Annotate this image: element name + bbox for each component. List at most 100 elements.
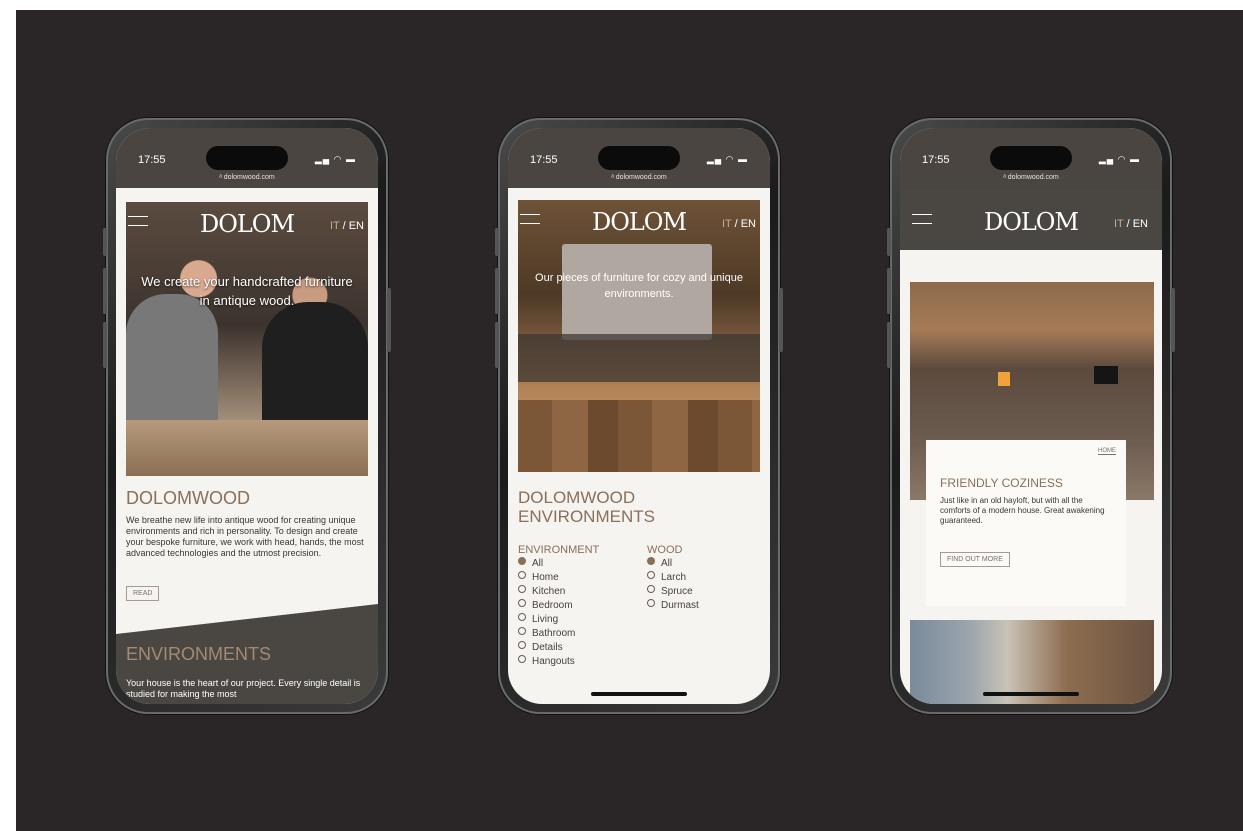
lang-separator: / xyxy=(1123,218,1133,230)
read-button[interactable]: READ xyxy=(126,586,160,601)
dolomwood-logo[interactable]: DOLOM xyxy=(200,210,295,238)
lang-it[interactable]: IT xyxy=(722,218,732,230)
status-icons: ▂▄ ◠ ▬ xyxy=(1098,154,1140,164)
language-switcher[interactable]: IT / EN xyxy=(722,218,756,230)
radio-icon[interactable] xyxy=(647,571,655,579)
url-bar[interactable]: ᵃ dolomwood.com xyxy=(116,174,378,181)
wood-option-all[interactable]: All xyxy=(647,557,699,571)
option-label: All xyxy=(532,558,544,569)
lang-it[interactable]: IT xyxy=(330,220,340,232)
filter-option-details[interactable]: Details xyxy=(518,641,599,655)
radio-icon[interactable] xyxy=(518,571,526,579)
site-header: DOLOM IT / EN xyxy=(508,200,770,246)
hero-tagline: We create your handcrafted furniture in … xyxy=(141,274,353,308)
status-bar: 17:55 ▂▄ ◠ ▬ ᵃ dolomwood.com xyxy=(116,128,378,188)
option-label: Spruce xyxy=(661,586,693,597)
television xyxy=(1094,366,1118,384)
filter-option-bedroom[interactable]: Bedroom xyxy=(518,599,599,613)
clock: 17:55 xyxy=(138,154,166,166)
option-label: Bedroom xyxy=(532,600,573,611)
dolomwood-logo[interactable]: DOLOM xyxy=(984,208,1079,236)
site-header: DOLOM IT / EN xyxy=(116,202,378,248)
breadcrumb[interactable]: HOME xyxy=(1098,448,1116,455)
dynamic-island xyxy=(990,146,1072,170)
wood-floor xyxy=(518,400,760,472)
option-label: Durmast xyxy=(661,600,699,611)
lang-it[interactable]: IT xyxy=(1114,218,1124,230)
option-label: Living xyxy=(532,614,559,625)
option-label: Kitchen xyxy=(532,586,566,597)
wood-option-durmast[interactable]: Durmast xyxy=(647,599,699,613)
radio-icon[interactable] xyxy=(518,585,526,593)
filter-option-bathroom[interactable]: Bathroom xyxy=(518,627,599,641)
filter-option-all[interactable]: All xyxy=(518,557,599,571)
radio-icon[interactable] xyxy=(518,599,526,607)
radio-icon[interactable] xyxy=(518,613,526,621)
environment-filter: ENVIRONMENT All Home Kitchen Bedroom Liv… xyxy=(518,543,599,669)
lang-separator: / xyxy=(339,220,349,232)
radio-icon[interactable] xyxy=(647,585,655,593)
status-icons: ▂▄ ◠ ▬ xyxy=(706,154,748,164)
brand-title: DOLOMWOOD xyxy=(126,488,250,508)
dolomwood-logo[interactable]: DOLOM xyxy=(592,208,687,236)
radio-icon[interactable] xyxy=(518,627,526,635)
card-description: Just like in an old hayloft, but with al… xyxy=(940,496,1105,525)
language-switcher[interactable]: IT / EN xyxy=(1114,218,1148,230)
find-out-more-button[interactable]: FIND OUT MORE xyxy=(940,552,1010,567)
hamburger-menu-icon[interactable] xyxy=(912,214,932,226)
option-label: Bathroom xyxy=(532,628,576,639)
phone-mockup-environment-detail: 17:55 ▂▄ ◠ ▬ ᵃ dolomwood.com DOLOM IT / … xyxy=(887,118,1175,714)
hero-caption-band xyxy=(518,334,760,382)
option-label: Hangouts xyxy=(532,656,575,667)
status-icons: ▂▄ ◠ ▬ xyxy=(314,154,356,164)
option-label: Larch xyxy=(661,572,687,583)
wood-filter-heading: WOOD xyxy=(647,544,683,556)
status-bar: 17:55 ▂▄ ◠ ▬ ᵃ dolomwood.com xyxy=(900,128,1162,188)
filter-option-kitchen[interactable]: Kitchen xyxy=(518,585,599,599)
phone-screen: 17:55 ▂▄ ◠ ▬ ᵃ dolomwood.com DOLOM IT / … xyxy=(900,128,1162,704)
lang-en[interactable]: EN xyxy=(1133,218,1148,230)
card-title: FRIENDLY COZINESS xyxy=(940,476,1063,490)
intro-paragraph: We breathe new life into antique wood fo… xyxy=(126,515,364,558)
environments-title: ENVIRONMENTS xyxy=(126,644,272,664)
home-indicator[interactable] xyxy=(983,692,1079,696)
option-label: Details xyxy=(532,642,563,653)
url-bar[interactable]: ᵃ dolomwood.com xyxy=(900,174,1162,181)
radio-selected-icon[interactable] xyxy=(518,557,526,565)
status-bar: 17:55 ▂▄ ◠ ▬ ᵃ dolomwood.com xyxy=(508,128,770,188)
wood-option-spruce[interactable]: Spruce xyxy=(647,585,699,599)
filter-option-hangouts[interactable]: Hangouts xyxy=(518,655,599,669)
radio-selected-icon[interactable] xyxy=(647,557,655,565)
environments-text: Your house is the heart of our project. … xyxy=(126,678,361,699)
lang-separator: / xyxy=(731,218,741,230)
hamburger-menu-icon[interactable] xyxy=(520,214,540,226)
phone-mockup-environments: 17:55 ▂▄ ◠ ▬ ᵃ dolomwood.com DOLOM IT / … xyxy=(495,118,783,714)
lang-en[interactable]: EN xyxy=(741,218,756,230)
filter-option-living[interactable]: Living xyxy=(518,613,599,627)
filter-option-home[interactable]: Home xyxy=(518,571,599,585)
lang-en[interactable]: EN xyxy=(349,220,364,232)
environment-filter-heading: ENVIRONMENT xyxy=(518,544,600,556)
radio-icon[interactable] xyxy=(518,641,526,649)
phone-mockup-home: 17:55 ▂▄ ◠ ▬ ᵃ dolomwood.com DOLOM IT / … xyxy=(103,118,391,714)
option-label: All xyxy=(661,558,673,569)
wood-option-larch[interactable]: Larch xyxy=(647,571,699,585)
environment-card: HOME FRIENDLY COZINESS Just like in an o… xyxy=(926,440,1126,606)
radio-icon[interactable] xyxy=(518,655,526,663)
radio-icon[interactable] xyxy=(647,599,655,607)
language-switcher[interactable]: IT / EN xyxy=(330,220,364,232)
site-header: DOLOM IT / EN xyxy=(900,188,1162,250)
home-indicator[interactable] xyxy=(591,692,687,696)
page-title: DOLOMWOOD ENVIRONMENTS xyxy=(518,488,655,526)
fireplace xyxy=(998,372,1010,386)
workbench xyxy=(126,420,368,476)
clock: 17:55 xyxy=(530,154,558,166)
option-label: Home xyxy=(532,572,559,583)
hamburger-menu-icon[interactable] xyxy=(128,216,148,228)
hero-tagline: Our pieces of furniture for cozy and uni… xyxy=(535,272,743,300)
phone-screen: 17:55 ▂▄ ◠ ▬ ᵃ dolomwood.com DOLOM IT / … xyxy=(116,128,378,704)
clock: 17:55 xyxy=(922,154,950,166)
wood-filter: WOOD All Larch Spruce Durmast xyxy=(647,543,699,613)
dynamic-island xyxy=(598,146,680,170)
url-bar[interactable]: ᵃ dolomwood.com xyxy=(508,174,770,181)
